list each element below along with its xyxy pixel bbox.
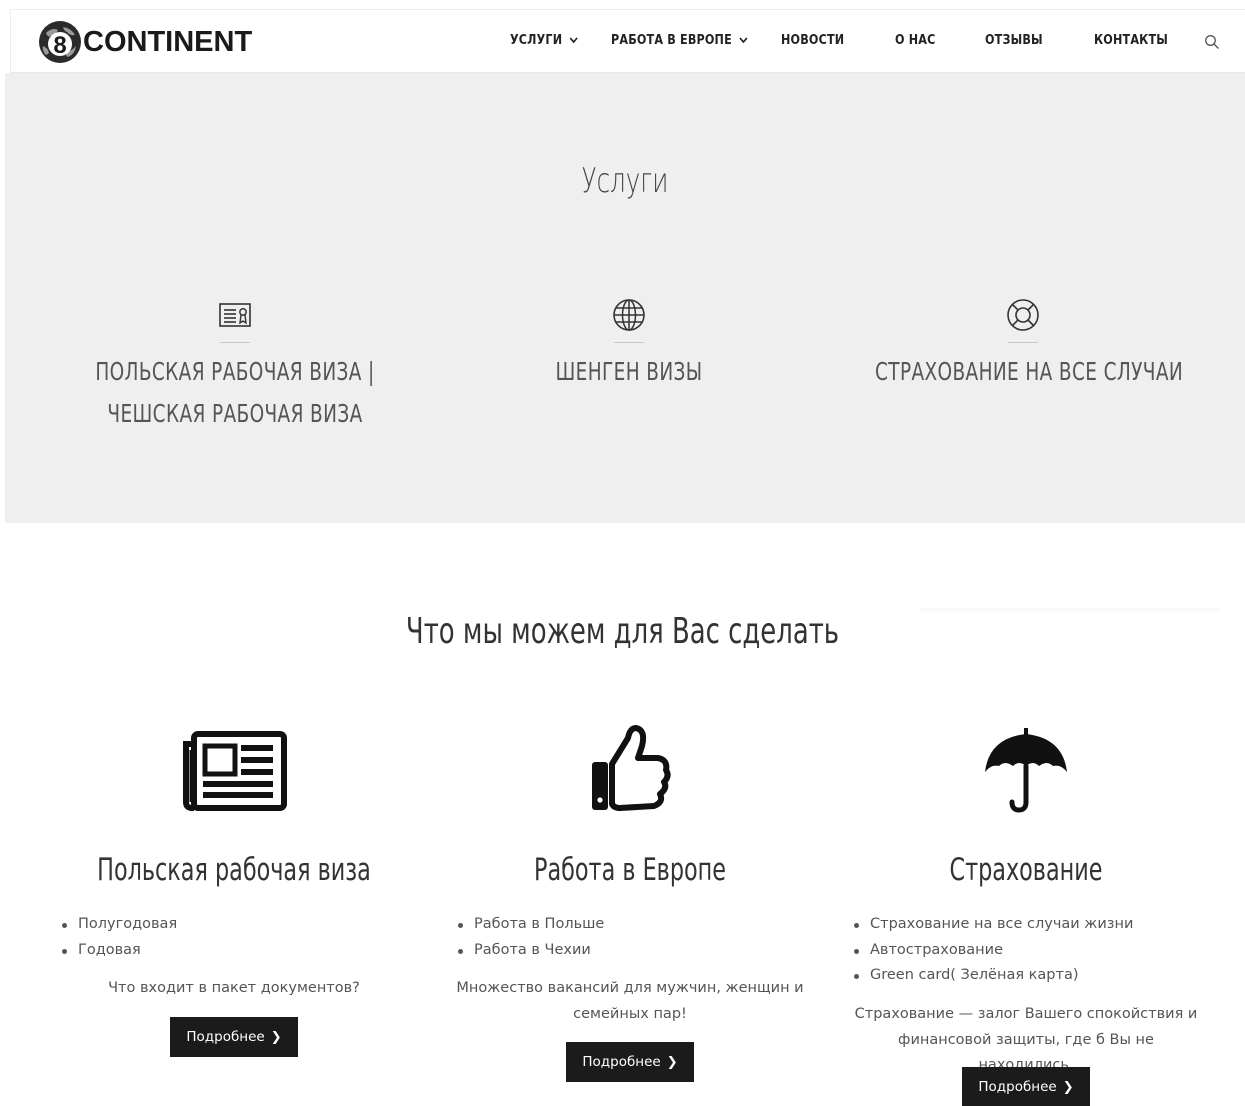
- list-item: Полугодовая: [62, 912, 177, 938]
- chevron-down-icon: [570, 37, 579, 44]
- chevron-right-icon: ❯: [666, 1054, 678, 1070]
- feature-list: Работа в Польше Работа в Чехии: [458, 912, 604, 963]
- umbrella-icon: [985, 728, 1067, 813]
- card-description: Множество вакансий для мужчин, женщин и …: [456, 980, 804, 1022]
- service-item-insurance[interactable]: СТРАХОВАНИЕ НА ВСЕ СЛУЧАИ: [823, 298, 1223, 393]
- more-button[interactable]: Подробнее ❯: [962, 1067, 1090, 1106]
- nav-label: КОНТАКТЫ: [1094, 33, 1169, 48]
- card-title: Работа в Европе: [534, 852, 726, 888]
- nav-label: НОВОСТИ: [781, 33, 845, 48]
- chevron-right-icon: ❯: [270, 1029, 282, 1045]
- list-item: Работа в Польше: [458, 912, 604, 938]
- site-header: 8 CONTINENT УСЛУГИ РАБОТА В ЕВРОПЕ НОВОС…: [10, 9, 1245, 73]
- more-button[interactable]: Подробнее ❯: [566, 1042, 694, 1082]
- feature-list: Страхование на все случаи жизни Автостра…: [854, 912, 1133, 989]
- chevron-down-icon: [739, 37, 748, 44]
- lifebuoy-icon: [1007, 299, 1039, 331]
- list-item: Автострахование: [854, 938, 1133, 964]
- nav-item-services[interactable]: УСЛУГИ: [510, 33, 579, 48]
- section-title: Что мы можем для Вас сделать: [405, 611, 840, 652]
- card-work-europe: Работа в Европе Работа в Польше Работа в…: [432, 720, 828, 1082]
- id-card-icon: [219, 303, 251, 327]
- service-label: ШЕНГЕН ВИЗЫ: [555, 357, 703, 386]
- card-work-visa: Польская рабочая виза Полугодовая Годова…: [36, 720, 432, 1057]
- card-insurance: Страхование Страхование на все случаи жи…: [828, 720, 1224, 1106]
- nav-label: О НАС: [895, 33, 936, 48]
- button-label: Подробнее: [582, 1054, 661, 1070]
- more-button[interactable]: Подробнее ❯: [170, 1017, 298, 1057]
- service-label: ПОЛЬСКАЯ РАБОЧАЯ ВИЗА |: [95, 357, 375, 386]
- card-title: Польская рабочая виза: [97, 852, 371, 888]
- service-item-work-visa[interactable]: ПОЛЬСКАЯ РАБОЧАЯ ВИЗА | ЧЕШСКАЯ РАБОЧАЯ …: [35, 298, 435, 435]
- services-title: Услуги: [581, 161, 669, 201]
- card-title: Страхование: [949, 852, 1103, 888]
- thumbs-up-icon: [592, 725, 671, 811]
- nav-item-news[interactable]: НОВОСТИ: [781, 33, 844, 48]
- card-description: Что входит в пакет документов?: [108, 980, 360, 996]
- list-item: Green card( Зелёная карта): [854, 963, 1133, 989]
- nav-label: ОТЗЫВЫ: [985, 33, 1043, 48]
- globe-icon: [613, 299, 645, 331]
- newspaper-icon: [183, 731, 287, 811]
- button-label: Подробнее: [978, 1079, 1057, 1095]
- separator: [614, 342, 644, 343]
- service-label: СТРАХОВАНИЕ НА ВСЕ СЛУЧАИ: [875, 357, 1184, 386]
- nav-item-work-europe[interactable]: РАБОТА В ЕВРОПЕ: [611, 33, 748, 48]
- nav-label: УСЛУГИ: [510, 33, 563, 48]
- button-label: Подробнее: [186, 1029, 265, 1045]
- feature-list: Полугодовая Годовая: [62, 912, 177, 963]
- nav-label: РАБОТА В ЕВРОПЕ: [611, 33, 732, 48]
- main-nav: УСЛУГИ РАБОТА В ЕВРОПЕ НОВОСТИ О НАС ОТЗ…: [11, 10, 1245, 74]
- nav-item-about[interactable]: О НАС: [895, 33, 935, 48]
- separator: [1008, 342, 1038, 343]
- chevron-right-icon: ❯: [1062, 1079, 1074, 1095]
- service-label: ЧЕШСКАЯ РАБОЧАЯ ВИЗА: [107, 399, 363, 428]
- list-item: Годовая: [62, 938, 177, 964]
- service-item-schengen[interactable]: ШЕНГЕН ВИЗЫ: [429, 298, 829, 393]
- search-icon[interactable]: [1204, 34, 1220, 50]
- separator: [220, 342, 250, 343]
- nav-item-contacts[interactable]: КОНТАКТЫ: [1094, 33, 1168, 48]
- list-item: Работа в Чехии: [458, 938, 604, 964]
- nav-item-reviews[interactable]: ОТЗЫВЫ: [985, 33, 1043, 48]
- list-item: Страхование на все случаи жизни: [854, 912, 1133, 938]
- services-section: Услуги ПОЛЬСКАЯ РАБОЧАЯ ВИЗА | ЧЕШСКАЯ Р…: [5, 73, 1245, 523]
